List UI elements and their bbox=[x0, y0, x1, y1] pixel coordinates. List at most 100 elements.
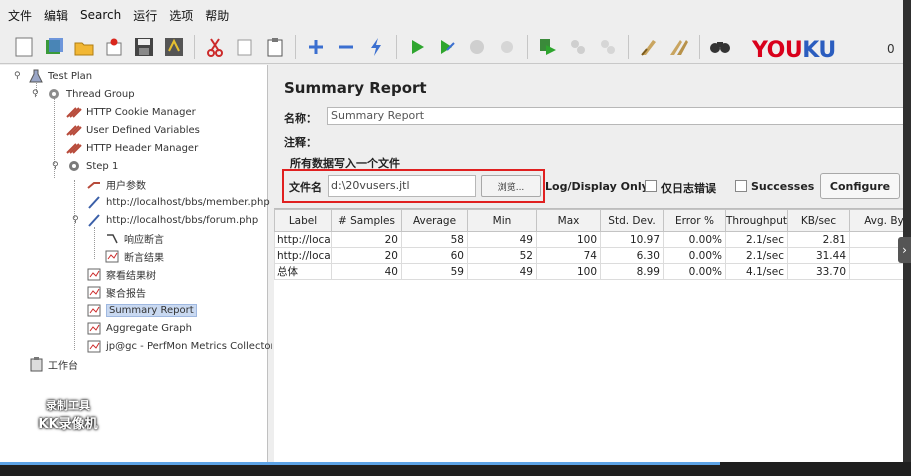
clear-icon[interactable] bbox=[637, 35, 661, 59]
table-cell: 2.81 bbox=[787, 231, 850, 248]
tree-node-aggregate-graph[interactable]: Aggregate Graph bbox=[86, 320, 192, 336]
new-icon[interactable] bbox=[12, 35, 36, 59]
column-header[interactable]: Throughput bbox=[725, 209, 788, 232]
wrench-icon bbox=[66, 105, 82, 119]
column-header[interactable]: KB/sec bbox=[787, 209, 850, 232]
chart-icon bbox=[86, 339, 102, 353]
comment-label: 注释： bbox=[284, 136, 317, 149]
remote-shutdown-icon[interactable] bbox=[596, 35, 620, 59]
summary-report-panel: Summary Report 名称： Summary Report 注释： 所有… bbox=[272, 65, 903, 462]
tree-node-summary-report[interactable]: Summary Report bbox=[86, 302, 197, 318]
paste-icon[interactable] bbox=[263, 35, 287, 59]
video-progress-bar[interactable] bbox=[0, 462, 911, 476]
copy-icon[interactable] bbox=[233, 35, 257, 59]
browse-button[interactable]: 浏览... bbox=[481, 175, 541, 197]
menu-run[interactable]: 运行 bbox=[133, 7, 157, 24]
tree-node-aggregate-report[interactable]: 聚合报告 bbox=[86, 284, 146, 300]
errors-only-checkbox[interactable] bbox=[645, 180, 657, 192]
tree-node-response-assertion[interactable]: 响应断言 bbox=[104, 230, 164, 246]
expand-pin-icon[interactable]: ⚲ bbox=[72, 215, 79, 225]
tree-node-cookie-manager[interactable]: HTTP Cookie Manager bbox=[66, 104, 196, 120]
name-input[interactable]: Summary Report bbox=[327, 107, 903, 125]
table-cell: 20 bbox=[331, 231, 402, 248]
table-row[interactable]: http://local... 20 60 52 74 6.30 0.00% 2… bbox=[274, 247, 903, 264]
filename-label: 文件名 bbox=[289, 181, 322, 194]
expand-icon[interactable] bbox=[304, 35, 328, 59]
start-no-pause-icon[interactable] bbox=[435, 35, 459, 59]
column-header[interactable]: Error % bbox=[663, 209, 726, 232]
chart-icon bbox=[86, 285, 102, 299]
youku-logo: YOUKU bbox=[752, 38, 836, 63]
search-icon[interactable] bbox=[708, 35, 732, 59]
stop-icon[interactable] bbox=[465, 35, 489, 59]
toolbar-separator bbox=[396, 34, 397, 59]
pen-icon bbox=[86, 213, 102, 227]
tree-node-forum-request[interactable]: ⚲ http://localhost/bbs/forum.php bbox=[72, 212, 258, 228]
tree-node-view-results-tree[interactable]: 察看结果树 bbox=[86, 266, 156, 282]
collapse-icon[interactable] bbox=[334, 35, 358, 59]
panel-title: Summary Report bbox=[284, 79, 427, 97]
tree-node-step-1[interactable]: ⚲ Step 1 bbox=[52, 158, 118, 174]
expand-pin-icon[interactable]: ⚲ bbox=[32, 89, 39, 99]
save-as-icon[interactable] bbox=[162, 35, 186, 59]
cut-icon[interactable] bbox=[203, 35, 227, 59]
open-icon[interactable] bbox=[72, 35, 96, 59]
video-progress-fill bbox=[0, 462, 720, 465]
menu-options[interactable]: 选项 bbox=[169, 7, 193, 24]
table-cell: 8.99 bbox=[600, 263, 664, 280]
table-cell: 0.00% bbox=[663, 247, 726, 264]
tree-node-workbench[interactable]: 工作台 bbox=[28, 356, 78, 372]
table-cell: 52 bbox=[467, 247, 537, 264]
toolbar-separator bbox=[295, 34, 296, 59]
column-header[interactable]: Average bbox=[401, 209, 468, 232]
shutdown-icon[interactable] bbox=[495, 35, 519, 59]
menu-search[interactable]: Search bbox=[80, 8, 121, 22]
menu-file[interactable]: 文件 bbox=[8, 7, 32, 24]
table-cell: 60 bbox=[401, 247, 468, 264]
name-label: 名称： bbox=[284, 112, 317, 125]
table-row[interactable]: http://local... 20 58 49 100 10.97 0.00%… bbox=[274, 231, 903, 248]
templates-icon[interactable] bbox=[42, 35, 66, 59]
filename-input[interactable]: d:\20vusers.jtl bbox=[328, 175, 476, 197]
column-header[interactable]: Label bbox=[274, 209, 332, 232]
column-header[interactable]: # Samples bbox=[331, 209, 402, 232]
column-header[interactable]: Min bbox=[467, 209, 537, 232]
menu-edit[interactable]: 编辑 bbox=[44, 7, 68, 24]
expand-pin-icon[interactable]: ⚲ bbox=[52, 161, 59, 171]
expand-pin-icon[interactable]: ⚲ bbox=[14, 71, 21, 81]
configure-button[interactable]: Configure bbox=[820, 173, 900, 199]
table-cell: 31.44 bbox=[787, 247, 850, 264]
tree-node-user-defined-variables[interactable]: User Defined Variables bbox=[66, 122, 200, 138]
table-cell: http://local... bbox=[274, 247, 332, 264]
errors-only-label: 仅日志错误 bbox=[661, 182, 716, 195]
tree-node-test-plan[interactable]: ⚲ Test Plan bbox=[14, 68, 92, 84]
summary-table-area: Label # Samples Average Min Max Std. Dev… bbox=[274, 208, 903, 462]
tree-node-user-parameters[interactable]: 用户参数 bbox=[86, 176, 146, 192]
column-header[interactable]: Avg. Bytes bbox=[849, 209, 903, 232]
tree-node-perfmon-collector[interactable]: jp@gc - PerfMon Metrics Collector bbox=[86, 338, 275, 354]
column-header[interactable]: Max bbox=[536, 209, 601, 232]
tree-node-header-manager[interactable]: HTTP Header Manager bbox=[66, 140, 198, 156]
watermark-line-2: KK录像机 bbox=[38, 417, 98, 432]
assert-icon bbox=[104, 231, 120, 245]
table-row-total[interactable]: 总体 40 59 49 100 8.99 0.00% 4.1/sec 33.70… bbox=[274, 263, 903, 280]
successes-checkbox[interactable] bbox=[735, 180, 747, 192]
table-cell: 0.00% bbox=[663, 231, 726, 248]
column-header[interactable]: Std. Dev. bbox=[600, 209, 664, 232]
tree-line bbox=[94, 227, 95, 259]
close-icon[interactable] bbox=[102, 35, 126, 59]
watermark-line-1: 录制工具 bbox=[46, 399, 90, 412]
remote-start-icon[interactable] bbox=[536, 35, 560, 59]
tree-node-member-request[interactable]: http://localhost/bbs/member.php bbox=[86, 194, 270, 210]
remote-stop-icon[interactable] bbox=[566, 35, 590, 59]
menu-help[interactable]: 帮助 bbox=[205, 7, 229, 24]
chart-icon bbox=[104, 249, 120, 263]
save-icon[interactable] bbox=[132, 35, 156, 59]
clear-all-icon[interactable] bbox=[667, 35, 691, 59]
tree-node-thread-group[interactable]: ⚲ Thread Group bbox=[32, 86, 135, 102]
start-icon[interactable] bbox=[405, 35, 429, 59]
toggle-icon[interactable] bbox=[364, 35, 388, 59]
next-arrow-icon[interactable]: › bbox=[898, 237, 911, 263]
table-cell: 2.1/sec bbox=[725, 231, 788, 248]
tree-node-assertion-results[interactable]: 断言结果 bbox=[104, 248, 164, 264]
